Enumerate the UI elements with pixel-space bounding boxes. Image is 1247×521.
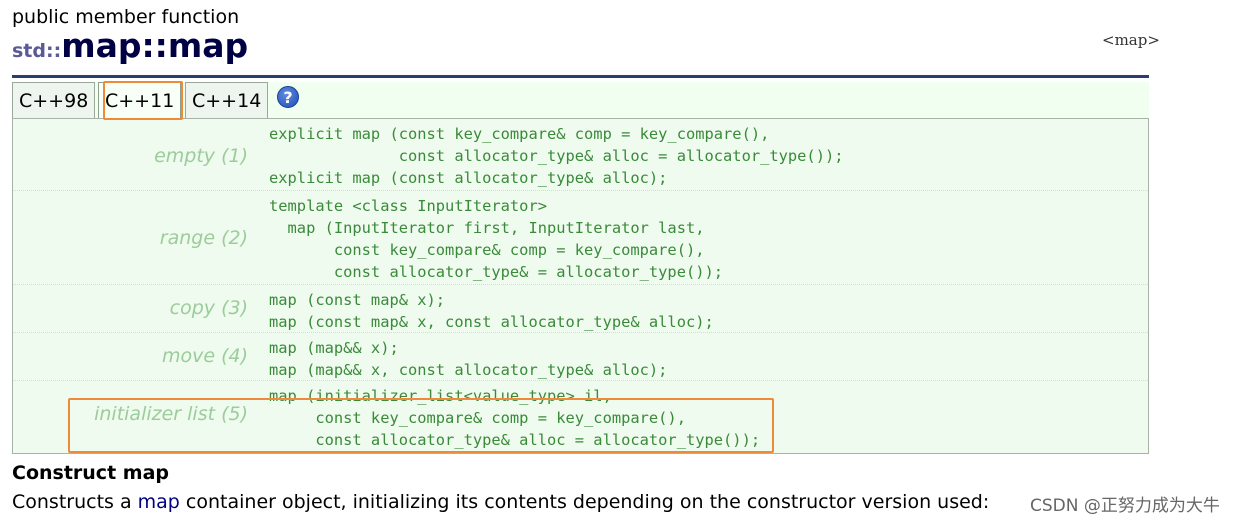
prototype-label: copy (3) (169, 297, 248, 319)
member-kind: public member function (12, 6, 240, 28)
prototype-row-empty: empty (1) explicit map (const key_compar… (13, 119, 1148, 191)
description-text: Constructs a (12, 491, 138, 513)
title-namespace: std:: (12, 40, 62, 62)
code-line: map (const map& x); (269, 291, 446, 309)
code-line: map (initializer_list<value_type> il, (269, 387, 612, 405)
page-title: std::map::map (12, 29, 248, 62)
prototype-label: initializer list (5) (94, 403, 248, 425)
prototype-row-copy: copy (3) map (const map& x); map (const … (13, 285, 1148, 333)
prototype-label: move (4) (161, 345, 248, 367)
code-line: const allocator_type& alloc = allocator_… (269, 431, 761, 449)
prototype-row-move: move (4) map (map&& x); map (map&& x, co… (13, 333, 1148, 381)
code-line: map (InputIterator first, InputIterator … (269, 219, 705, 237)
section-title: Construct map (12, 462, 169, 484)
prototype-code: map (const map& x); map (const map& x, c… (269, 289, 714, 333)
prototypes-panel: empty (1) explicit map (const key_compar… (12, 118, 1149, 454)
code-line: const allocator_type& = allocator_type()… (269, 263, 724, 281)
help-icon[interactable]: ? (277, 86, 299, 108)
tab-cpp11[interactable]: C++11 (98, 82, 182, 118)
code-line: map (map&& x, const allocator_type& allo… (269, 361, 668, 379)
map-link[interactable]: map (138, 491, 180, 513)
title-name: map::map (61, 26, 249, 65)
prototype-row-initializer-list: initializer list (5) map (initializer_li… (13, 381, 1148, 453)
tab-cpp98[interactable]: C++98 (12, 82, 96, 118)
prototype-row-range: range (2) template <class InputIterator>… (13, 191, 1148, 285)
header-tag[interactable]: <map> (1102, 31, 1160, 49)
title-divider (12, 75, 1149, 78)
code-line: const allocator_type& alloc = allocator_… (269, 147, 844, 165)
tab-cpp14[interactable]: C++14 (185, 82, 269, 118)
code-line: const key_compare& comp = key_compare(), (269, 409, 686, 427)
prototype-label: range (2) (159, 227, 248, 249)
description-text: container object, initializing its conte… (179, 491, 990, 513)
watermark: CSDN @正努力成为大牛 (1030, 496, 1220, 516)
prototype-code: template <class InputIterator> map (Inpu… (269, 195, 723, 283)
prototype-code: map (initializer_list<value_type> il, co… (269, 385, 760, 451)
code-line: explicit map (const key_compare& comp = … (269, 125, 770, 143)
code-line: explicit map (const allocator_type& allo… (269, 169, 668, 187)
tabs-strip (12, 82, 1149, 118)
code-line: map (const map& x, const allocator_type&… (269, 313, 714, 331)
prototype-label: empty (1) (154, 145, 248, 167)
description: Constructs a map container object, initi… (12, 491, 989, 513)
prototype-code: explicit map (const key_compare& comp = … (269, 123, 844, 189)
code-line: template <class InputIterator> (269, 197, 547, 215)
code-line: const key_compare& comp = key_compare(), (269, 241, 705, 259)
prototype-code: map (map&& x); map (map&& x, const alloc… (269, 337, 667, 381)
code-line: map (map&& x); (269, 339, 399, 357)
